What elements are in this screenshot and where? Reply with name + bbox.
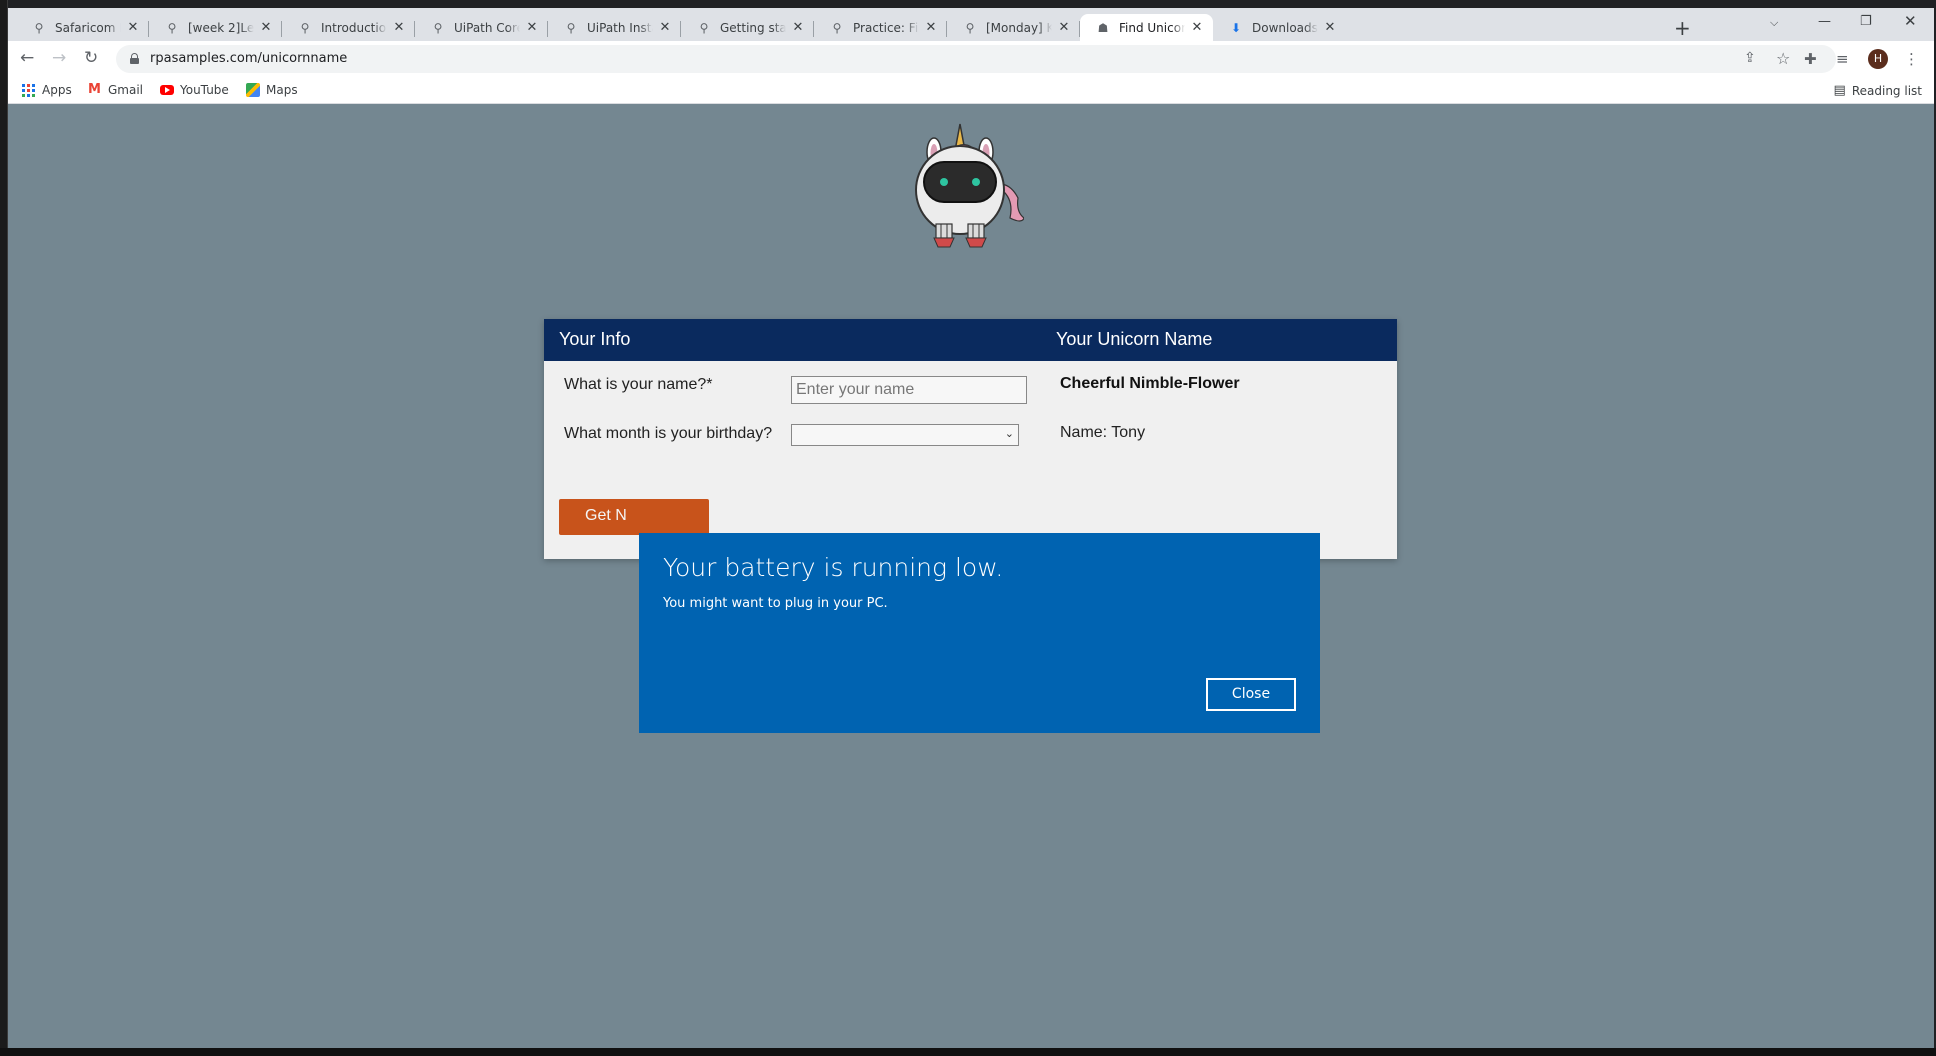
tab-week2[interactable]: ⚲ [week 2]Learning Outcomes ✕	[149, 14, 282, 41]
tab-strip: ⚲ Safaricom RPA Course ✕ ⚲ [week 2]Learn…	[8, 8, 1934, 41]
tab-practice[interactable]: ⚲ Practice: Find Your ✕	[814, 14, 947, 41]
minimize-button[interactable]: —	[1818, 14, 1831, 29]
tab-search-icon[interactable]: ⌵	[1770, 16, 1778, 30]
uipath-favicon-icon: ⚲	[699, 20, 709, 35]
tab-introduction[interactable]: ⚲ Introduction to UiPath ✕	[282, 14, 415, 41]
tab-core-components[interactable]: ⚲ UiPath Core Components ✕	[415, 14, 548, 41]
new-tab-button[interactable]: +	[1674, 18, 1691, 38]
your-unicorn-name-heading: Your Unicorn Name	[1056, 329, 1213, 349]
tab-safaricom[interactable]: ⚲ Safaricom RPA Course ✕	[16, 14, 149, 41]
get-unicorn-name-button[interactable]: Get N	[559, 499, 709, 535]
extensions-icon[interactable]: ✚	[1804, 50, 1817, 68]
bookmark-label: Apps	[42, 83, 72, 97]
reading-list-button[interactable]: ▤ Reading list	[1834, 83, 1922, 98]
download-icon: ⬇	[1230, 20, 1242, 35]
tab-label: UiPath Installation	[587, 20, 653, 35]
tab-find-unicorn-name[interactable]: ☗ Find Unicorn Name ✕	[1080, 14, 1213, 41]
desktop-edge	[0, 0, 8, 1056]
address-bar[interactable]: rpasamples.com/unicornname ⇪ ☆	[116, 45, 1836, 73]
share-icon[interactable]: ⇪	[1744, 50, 1756, 66]
close-icon[interactable]: ✕	[1056, 20, 1072, 35]
name-question-label: What is your name?*	[564, 376, 713, 393]
forward-button[interactable]: →	[52, 49, 66, 67]
tab-label: Safaricom RPA Course	[55, 20, 121, 35]
reading-list-label: Reading list	[1851, 83, 1922, 98]
bookmark-label: YouTube	[180, 83, 229, 97]
lock-icon[interactable]	[130, 53, 139, 64]
maps-icon	[246, 83, 260, 97]
window-close-button[interactable]: ✕	[1904, 12, 1917, 30]
uipath-favicon-icon: ⚲	[300, 20, 310, 35]
tab-label: Getting started with	[720, 20, 786, 35]
bookmark-youtube[interactable]: YouTube	[160, 83, 229, 97]
tab-label: Find Unicorn Name	[1119, 20, 1185, 35]
unicorn-name-result: Cheerful Nimble-Flower	[1060, 375, 1240, 392]
menu-kebab-icon[interactable]: ⋮	[1904, 50, 1919, 68]
name-input[interactable]	[791, 376, 1027, 404]
tab-label: UiPath Core Components	[454, 20, 520, 35]
browser-toolbar: ← → ↻ rpasamples.com/unicornname ⇪ ☆ ✚ ≡…	[8, 41, 1934, 77]
close-icon[interactable]: ✕	[524, 20, 540, 35]
dialog-title: Your battery is running low.	[663, 553, 1004, 582]
url-text[interactable]: rpasamples.com/unicornname	[150, 51, 347, 66]
close-icon[interactable]: ✕	[790, 20, 806, 35]
taskbar	[0, 1048, 1936, 1056]
close-icon[interactable]: ✕	[391, 20, 407, 35]
uipath-favicon-icon: ⚲	[433, 20, 443, 35]
tab-label: Practice: Find Your	[853, 20, 919, 35]
profile-avatar[interactable]: H	[1868, 49, 1888, 69]
uipath-favicon-icon: ⚲	[965, 20, 975, 35]
screen: ⚲ Safaricom RPA Course ✕ ⚲ [week 2]Learn…	[0, 0, 1936, 1056]
tab-monday-knowledge[interactable]: ⚲ [Monday] Knowledge ✕	[947, 14, 1080, 41]
tab-label: [Monday] Knowledge	[986, 20, 1052, 35]
birthday-month-select[interactable]: ⌄	[791, 424, 1019, 446]
unicorn-robot-logo	[915, 123, 1024, 248]
apps-grid-icon	[22, 83, 36, 97]
tab-label: Downloads	[1252, 20, 1318, 35]
unicorn-form-card: Your Info Your Unicorn Name What is your…	[544, 319, 1397, 559]
close-icon[interactable]: ✕	[657, 20, 673, 35]
uipath-favicon-icon: ⚲	[566, 20, 576, 35]
close-icon[interactable]: ✕	[1189, 20, 1205, 35]
card-header: Your Info Your Unicorn Name	[544, 319, 1397, 361]
page-content: Your Info Your Unicorn Name What is your…	[8, 104, 1934, 1048]
your-info-heading: Your Info	[559, 329, 631, 349]
gmail-icon: M	[88, 82, 101, 97]
dialog-message: You might want to plug in your PC.	[663, 596, 888, 611]
close-icon[interactable]: ✕	[258, 20, 274, 35]
close-icon[interactable]: ✕	[923, 20, 939, 35]
close-icon[interactable]: ✕	[1322, 20, 1338, 35]
bookmark-label: Gmail	[108, 83, 144, 97]
chevron-down-icon: ⌄	[1004, 427, 1014, 440]
uipath-favicon-icon: ⚲	[832, 20, 842, 35]
reading-mode-icon[interactable]: ≡	[1836, 50, 1849, 68]
tab-label: [week 2]Learning Outcomes	[188, 20, 254, 35]
month-question-label: What month is your birthday?	[564, 425, 773, 442]
bookmarks-bar: Apps M Gmail YouTube Maps ▤ Reading list	[8, 77, 1934, 104]
restore-button[interactable]: ❐	[1860, 14, 1872, 29]
youtube-icon	[160, 85, 174, 95]
result-name-line: Name: Tony	[1060, 424, 1146, 441]
reload-button[interactable]: ↻	[84, 49, 98, 67]
back-button[interactable]: ←	[20, 49, 34, 67]
close-icon[interactable]: ✕	[125, 20, 141, 35]
bookmark-star-icon[interactable]: ☆	[1776, 49, 1790, 68]
browser-window: ⚲ Safaricom RPA Course ✕ ⚲ [week 2]Learn…	[8, 8, 1934, 1048]
tab-getting-started[interactable]: ⚲ Getting started with ✕	[681, 14, 814, 41]
tab-downloads[interactable]: ⬇ Downloads ✕	[1213, 14, 1346, 41]
bookmark-label: Maps	[266, 83, 298, 97]
uipath-favicon-icon: ⚲	[34, 20, 44, 35]
bookmark-maps[interactable]: Maps	[246, 83, 298, 97]
tab-label: Introduction to UiPath	[321, 20, 387, 35]
bookmark-gmail[interactable]: M Gmail	[88, 82, 144, 98]
uipath-favicon-icon: ⚲	[167, 20, 177, 35]
battery-low-dialog: Your battery is running low. You might w…	[639, 533, 1320, 733]
reading-list-icon: ▤	[1833, 83, 1846, 98]
bookmark-apps[interactable]: Apps	[22, 83, 72, 97]
robot-favicon-icon: ☗	[1097, 20, 1109, 35]
tab-installation[interactable]: ⚲ UiPath Installation ✕	[548, 14, 681, 41]
dialog-close-button[interactable]: Close	[1206, 678, 1296, 711]
